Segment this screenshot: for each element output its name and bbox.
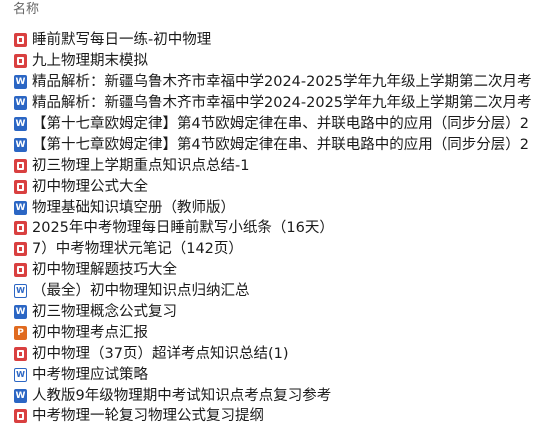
file-row[interactable]: 九上物理期末模拟: [0, 51, 551, 72]
file-name: 物理基础知识填空册（教师版）: [32, 199, 235, 216]
word-icon: W: [14, 117, 27, 131]
word-icon: W: [14, 200, 27, 215]
file-name: 人教版9年级物理期中考试知识点考点复习参考: [32, 387, 332, 404]
file-name: （最全）初中物理知识点归纳汇总: [32, 283, 250, 300]
pdf-icon: [14, 179, 27, 194]
file-name: 初中物理解题技巧大全: [32, 262, 177, 279]
file-row[interactable]: 初三物理上学期重点知识点总结-1: [0, 155, 551, 176]
file-row[interactable]: 初中物理（37页）超详考点知识总结(1): [0, 343, 551, 364]
file-name: 精品解析：新疆乌鲁木齐市幸福中学2024-2025学年九年级上学期第二次月考: [32, 74, 532, 91]
file-name: 中考物理一轮复习物理公式复习提纲: [32, 408, 264, 425]
file-row[interactable]: 睡前默写每日一练-初中物理: [0, 30, 551, 51]
word-icon: W: [14, 75, 27, 90]
file-name: 初三物理上学期重点知识点总结-1: [32, 157, 250, 174]
file-name: 2025年中考物理每日睡前默写小纸条（16天）: [32, 220, 334, 237]
column-header-label: 名称: [13, 2, 40, 17]
file-row[interactable]: 2025年中考物理每日睡前默写小纸条（16天）: [0, 218, 551, 239]
file-name: 【第十七章欧姆定律】第4节欧姆定律在串、并联电路中的应用（同步分层）2: [32, 116, 529, 132]
file-name: 7）中考物理状元笔记（142页）: [32, 241, 243, 258]
pdf-icon: [14, 158, 27, 173]
file-name: 初中物理公式大全: [32, 178, 148, 195]
ppt-icon: P: [14, 325, 27, 340]
word-icon: W: [14, 305, 27, 320]
file-row[interactable]: W 人教版9年级物理期中考试知识点考点复习参考: [0, 385, 551, 406]
pdf-icon: [14, 409, 27, 424]
pdf-icon: [14, 263, 27, 278]
file-row[interactable]: W 物理基础知识填空册（教师版）: [0, 197, 551, 218]
pdf-icon: [14, 221, 27, 236]
file-row[interactable]: 初中物理公式大全: [0, 176, 551, 197]
pdf-icon: [14, 54, 27, 69]
file-name: 初中物理考点汇报: [32, 324, 148, 341]
file-name: 初中物理（37页）超详考点知识总结(1): [32, 345, 289, 362]
column-header-name[interactable]: 名称: [0, 0, 551, 22]
file-list: 睡前默写每日一练-初中物理 九上物理期末模拟 W 精品解析：新疆乌鲁木齐市幸福中学20…: [0, 30, 551, 427]
pdf-icon: [14, 242, 27, 257]
file-row[interactable]: W 精品解析：新疆乌鲁木齐市幸福中学2024-2025学年九年级上学期第二次月考: [0, 93, 551, 114]
file-row[interactable]: 中考物理一轮复习物理公式复习提纲: [0, 406, 551, 427]
file-row[interactable]: P 初中物理考点汇报: [0, 322, 551, 343]
word-outline-icon: W: [14, 367, 27, 382]
file-row[interactable]: W （最全）初中物理知识点归纳汇总: [0, 281, 551, 302]
word-icon: W: [14, 137, 27, 152]
file-row[interactable]: W 【第十七章欧姆定律】第4节欧姆定律在串、并联电路中的应用（同步分层）2: [0, 114, 551, 135]
file-name: 【第十七章欧姆定律】第4节欧姆定律在串、并联电路中的应用（同步分层）2: [32, 136, 529, 153]
word-icon: W: [14, 388, 27, 403]
pdf-icon: [14, 33, 27, 48]
file-row[interactable]: W 中考物理应试策略: [0, 364, 551, 385]
file-row[interactable]: W 初三物理概念公式复习: [0, 302, 551, 323]
file-name: 睡前默写每日一练-初中物理: [32, 32, 212, 49]
file-row[interactable]: 7）中考物理状元笔记（142页）: [0, 239, 551, 260]
word-outline-icon: W: [14, 284, 27, 299]
pdf-icon: [14, 346, 27, 361]
file-name: 九上物理期末模拟: [32, 53, 148, 70]
file-name: 中考物理应试策略: [32, 366, 148, 383]
file-row[interactable]: 初中物理解题技巧大全: [0, 260, 551, 281]
file-name: 初三物理概念公式复习: [32, 304, 177, 321]
word-icon: W: [14, 96, 27, 111]
file-name: 精品解析：新疆乌鲁木齐市幸福中学2024-2025学年九年级上学期第二次月考: [32, 95, 532, 112]
file-row[interactable]: W 精品解析：新疆乌鲁木齐市幸福中学2024-2025学年九年级上学期第二次月考: [0, 72, 551, 93]
file-row[interactable]: W 【第十七章欧姆定律】第4节欧姆定律在串、并联电路中的应用（同步分层）2: [0, 134, 551, 155]
